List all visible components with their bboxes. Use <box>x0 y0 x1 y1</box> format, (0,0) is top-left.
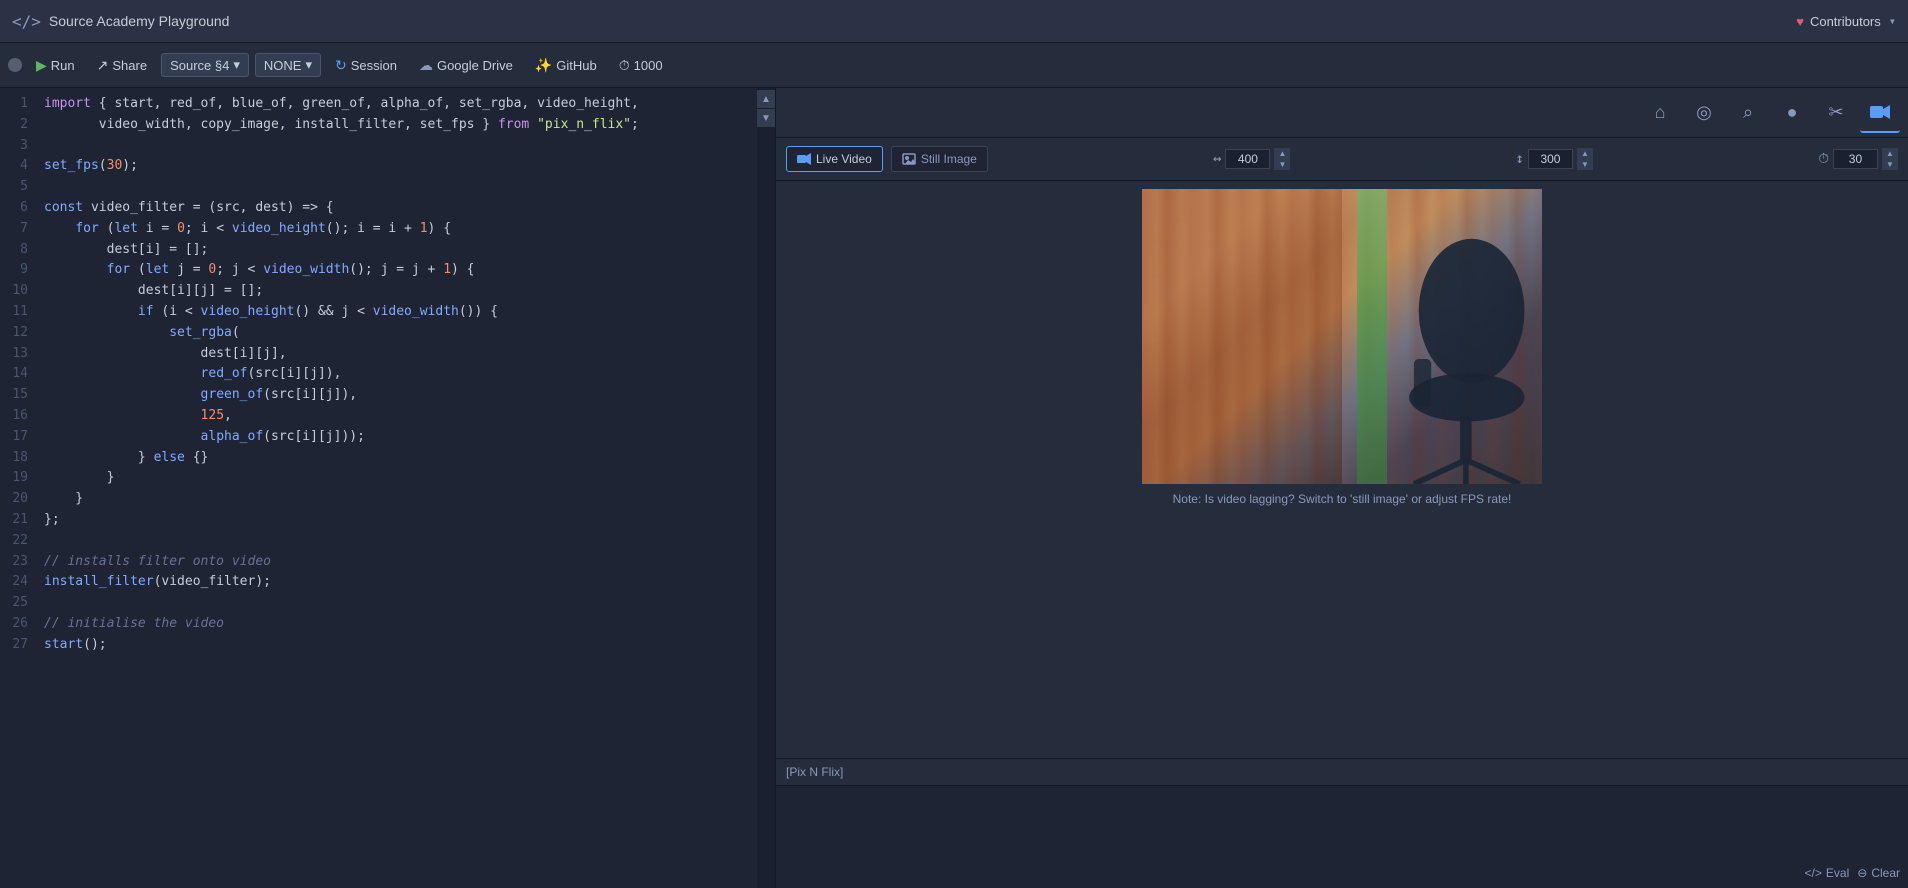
session-icon: ↻ <box>335 57 347 74</box>
right-panel: ⌂ ◎ ⌕ ● ✂ Live Video Still Ima <box>775 88 1908 888</box>
record-button[interactable] <box>8 58 22 72</box>
search-button[interactable]: ⌕ <box>1728 93 1768 133</box>
editor-scrollbar: ▲ ▼ <box>757 88 775 888</box>
width-spinners: ▲ ▼ <box>1274 148 1290 170</box>
repl-input-area: </> Eval ⊖ Clear <box>776 786 1908 888</box>
run-icon: ▶ <box>36 57 47 74</box>
width-icon: ↔ <box>1213 151 1221 167</box>
still-image-button[interactable]: Still Image <box>891 146 988 172</box>
cloud-icon: ☁ <box>419 57 433 74</box>
eval-icon: </> <box>1805 866 1822 880</box>
eval-button[interactable]: </> Eval <box>1805 866 1850 880</box>
live-video-button[interactable]: Live Video <box>786 146 883 172</box>
width-up-button[interactable]: ▲ <box>1274 148 1290 159</box>
contributors-dropdown-arrow[interactable]: ▾ <box>1889 14 1896 28</box>
google-drive-button[interactable]: ☁ Google Drive <box>411 53 521 78</box>
fps-value[interactable]: 30 <box>1833 149 1878 169</box>
video-frame <box>1142 189 1542 484</box>
title-bar-right: ♥ Contributors ▾ <box>1796 14 1896 29</box>
width-value[interactable]: 400 <box>1225 149 1270 169</box>
width-down-button[interactable]: ▼ <box>1274 159 1290 170</box>
green-strip <box>1357 189 1387 484</box>
height-value[interactable]: 300 <box>1528 149 1573 169</box>
width-control: ↔ 400 ▲ ▼ <box>1213 148 1290 170</box>
contributors-button[interactable]: ♥ Contributors <box>1796 14 1881 29</box>
code-area: 12345 678910 1112131415 1617181920 21222… <box>0 88 775 888</box>
clear-button[interactable]: ⊖ Clear <box>1857 866 1900 880</box>
clear-icon: ⊖ <box>1857 866 1867 880</box>
home-button[interactable]: ⌂ <box>1640 93 1680 133</box>
repl-input[interactable] <box>784 792 1900 837</box>
scroll-down-button[interactable]: ▼ <box>757 109 775 127</box>
repl-actions: </> Eval ⊖ Clear <box>1805 866 1900 880</box>
run-button[interactable]: ▶ Run <box>28 53 83 78</box>
scissors-button[interactable]: ✂ <box>1816 93 1856 133</box>
share-button[interactable]: ↗ Share <box>89 53 155 78</box>
source-dropdown-arrow: ▾ <box>233 57 240 73</box>
repl-panel: [Pix N Flix] </> Eval ⊖ Clear <box>776 758 1908 888</box>
repl-header: [Pix N Flix] <box>776 759 1908 786</box>
app-icon: </> <box>12 12 41 31</box>
none-dropdown[interactable]: NONE ▾ <box>255 53 321 77</box>
step-count[interactable]: ⏱ 1000 <box>611 53 671 78</box>
fps-icon: ⏱ <box>1818 151 1829 167</box>
video-button[interactable] <box>1860 93 1900 133</box>
height-control: ↕ 300 ▲ ▼ <box>1516 148 1593 170</box>
fps-down-button[interactable]: ▼ <box>1882 159 1898 170</box>
scroll-up-button[interactable]: ▲ <box>757 90 775 108</box>
title-bar-left: </> Source Academy Playground <box>12 12 229 31</box>
right-panel-toolbar: ⌂ ◎ ⌕ ● ✂ <box>776 88 1908 138</box>
github-icon: ✨ <box>535 57 552 74</box>
session-button[interactable]: ↻ Session <box>327 53 405 78</box>
fps-spinners: ▲ ▼ <box>1882 148 1898 170</box>
app-title: Source Academy Playground <box>49 13 230 29</box>
height-down-button[interactable]: ▼ <box>1577 159 1593 170</box>
code-editor[interactable]: import { start, red_of, blue_of, green_o… <box>36 88 775 888</box>
height-icon: ↕ <box>1516 151 1524 167</box>
height-up-button[interactable]: ▲ <box>1577 148 1593 159</box>
share-icon: ↗ <box>97 57 109 74</box>
curtain-tint <box>1142 189 1342 484</box>
toolbar: ▶ Run ↗ Share Source §4 ▾ NONE ▾ ↻ Sessi… <box>0 43 1908 88</box>
main-area: 12345 678910 1112131415 1617181920 21222… <box>0 88 1908 888</box>
editor-panel: 12345 678910 1112131415 1617181920 21222… <box>0 88 775 888</box>
title-bar: </> Source Academy Playground ♥ Contribu… <box>0 0 1908 43</box>
globe-button[interactable]: ● <box>1772 93 1812 133</box>
chair-silhouette <box>1392 234 1532 484</box>
fps-control: ⏱ 30 ▲ ▼ <box>1818 148 1898 170</box>
github-button[interactable]: ✨ GitHub <box>527 53 605 78</box>
video-controls-bar: Live Video Still Image ↔ 400 ▲ ▼ ↕ 300 <box>776 138 1908 181</box>
clock-icon: ⏱ <box>619 57 630 74</box>
line-numbers: 12345 678910 1112131415 1617181920 21222… <box>0 88 36 888</box>
heart-icon: ♥ <box>1796 14 1804 29</box>
video-note: Note: Is video lagging? Switch to 'still… <box>1173 492 1512 506</box>
height-spinners: ▲ ▼ <box>1577 148 1593 170</box>
source-dropdown[interactable]: Source §4 ▾ <box>161 53 249 77</box>
none-dropdown-arrow: ▾ <box>305 57 312 73</box>
video-panel: Live Video Still Image ↔ 400 ▲ ▼ ↕ 300 <box>776 138 1908 758</box>
eye-button[interactable]: ◎ <box>1684 93 1724 133</box>
fps-up-button[interactable]: ▲ <box>1882 148 1898 159</box>
video-container: Note: Is video lagging? Switch to 'still… <box>776 181 1908 758</box>
